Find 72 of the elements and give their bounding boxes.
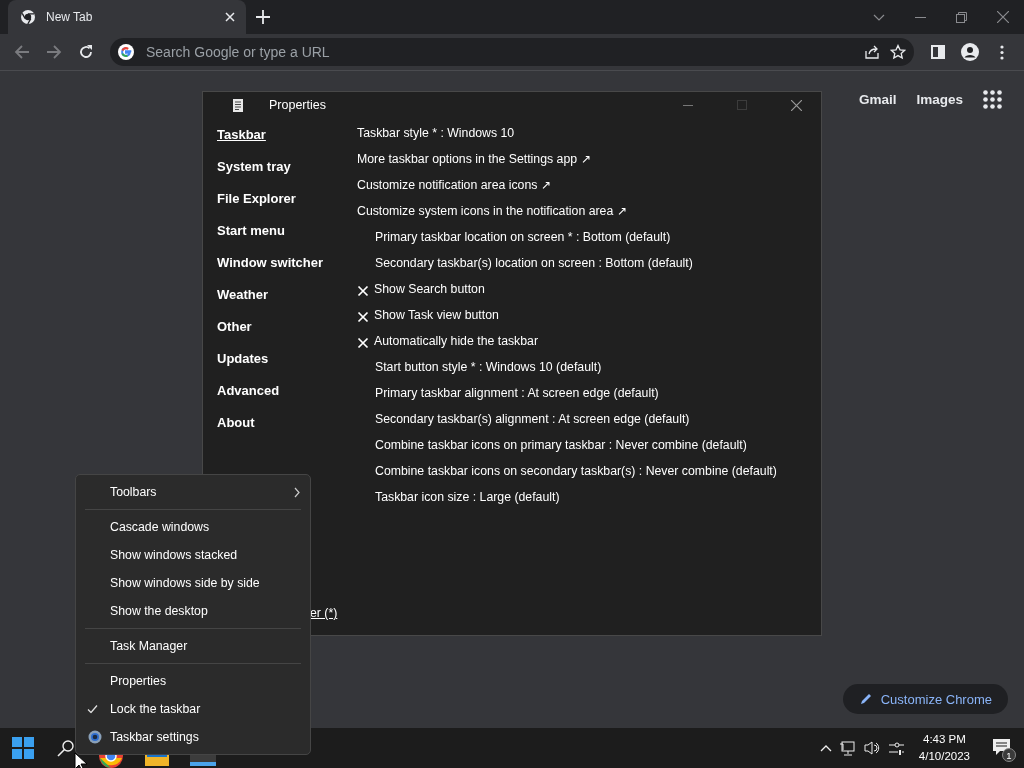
settings-link[interactable]: More taskbar options in the Settings app ↗ <box>357 152 591 166</box>
mouse-pointer-icon <box>74 752 87 768</box>
settings-link[interactable]: Customize system icons in the notification area ↗ <box>357 204 627 218</box>
setting-option[interactable]: Combine taskbar icons on primary taskbar : Never combine (default) <box>375 438 747 452</box>
close-icon[interactable] <box>791 99 802 111</box>
share-icon[interactable] <box>864 44 880 60</box>
reload-icon[interactable] <box>78 44 94 60</box>
sliders-icon[interactable] <box>887 740 905 756</box>
menu-item[interactable]: Lock the taskbar <box>76 695 310 723</box>
minimize-icon[interactable] <box>915 16 926 18</box>
sidebar-tab[interactable]: System tray <box>217 159 357 191</box>
close-icon[interactable] <box>997 11 1009 23</box>
volume-icon[interactable] <box>863 740 880 756</box>
minimize-icon[interactable] <box>683 104 693 106</box>
address-bar[interactable]: Search Google or type a URL <box>110 38 914 66</box>
toggle-option[interactable]: Automatically hide the taskbar <box>374 334 539 348</box>
menu-item[interactable]: Show windows stacked <box>76 541 310 569</box>
header-link[interactable]: Gmail <box>858 92 897 107</box>
toggle-option[interactable]: Show Search button <box>374 282 485 296</box>
search-icon[interactable] <box>56 739 74 757</box>
sidebar-tab[interactable]: Taskbar <box>217 127 357 159</box>
window-title: Properties <box>269 98 327 112</box>
chevron-right-icon <box>294 486 300 498</box>
setting-option[interactable]: Taskbar icon size : Large (default) <box>375 490 560 504</box>
new-tab-icon[interactable] <box>256 10 270 24</box>
sidebar-tab[interactable]: Advanced <box>217 383 357 415</box>
pencil-icon <box>858 692 873 706</box>
footer-link[interactable]: er (*) <box>310 606 338 620</box>
customize-button[interactable]: Customize Chrome <box>842 684 1008 714</box>
setting-option[interactable]: Secondary taskbar(s) location on screen : Bottom (default) <box>375 256 693 270</box>
menu-item[interactable]: Taskbar settings <box>76 723 310 751</box>
start-icon[interactable] <box>12 737 34 759</box>
chevron-up-icon[interactable] <box>819 744 832 752</box>
setting-option[interactable]: Start button style * : Windows 10 (default) <box>375 360 602 374</box>
setting-option[interactable]: Combine taskbar icons on secondary taskbar(s) : Never combine (default) <box>375 464 777 478</box>
sidebar-tab[interactable]: Weather <box>217 287 357 319</box>
toggle-option[interactable]: Show Task view button <box>374 308 499 322</box>
menu-item[interactable]: Toolbars <box>76 478 310 506</box>
sidebar-tab[interactable]: Start menu <box>217 223 357 255</box>
menu-item[interactable]: Cascade windows <box>76 513 310 541</box>
menu-item[interactable]: Show the desktop <box>76 597 310 625</box>
menu-item[interactable]: Properties <box>76 667 310 695</box>
sidebar-tab[interactable]: File Explorer <box>217 191 357 223</box>
browser-logo-icon <box>20 9 36 25</box>
apps-grid-icon[interactable] <box>983 90 1002 109</box>
sidebar-tab[interactable]: Other <box>217 319 357 351</box>
network-icon[interactable] <box>839 740 856 756</box>
document-icon <box>232 98 244 112</box>
clock[interactable]: 4:43 PM 4/10/2023 <box>918 731 970 765</box>
star-icon[interactable] <box>890 44 906 60</box>
restore-icon[interactable] <box>956 11 967 23</box>
setting-option[interactable]: Primary taskbar location on screen * : Bottom (default) <box>375 230 671 244</box>
notification-badge: 1 <box>1002 748 1016 762</box>
sidebar-tab[interactable]: Window switcher <box>217 255 357 287</box>
sidebar-tab[interactable]: About <box>217 415 357 447</box>
browser-tab[interactable]: New Tab <box>8 0 246 34</box>
header-link[interactable]: Images <box>916 92 963 107</box>
notification-button[interactable]: 1 <box>992 737 1014 759</box>
search-engine-icon <box>118 44 134 60</box>
menu-icon[interactable] <box>1000 44 1004 60</box>
profile-avatar-icon[interactable] <box>961 43 979 61</box>
menu-item[interactable]: Task Manager <box>76 632 310 660</box>
gear-icon <box>87 729 103 745</box>
tab-title: New Tab <box>46 10 94 24</box>
setting-option[interactable]: Taskbar style * : Windows 10 <box>357 126 515 140</box>
sidebar-tab[interactable]: Updates <box>217 351 357 383</box>
setting-option[interactable]: Secondary taskbar(s) alignment : At screen edge (default) <box>375 412 690 426</box>
side-panel-icon[interactable] <box>931 45 945 59</box>
menu-item[interactable]: Show windows side by side <box>76 569 310 597</box>
chevron-down-icon[interactable] <box>873 13 885 21</box>
setting-option[interactable]: Primary taskbar alignment : At screen edge (default) <box>375 386 659 400</box>
settings-link[interactable]: Customize notification area icons ↗ <box>357 178 551 192</box>
